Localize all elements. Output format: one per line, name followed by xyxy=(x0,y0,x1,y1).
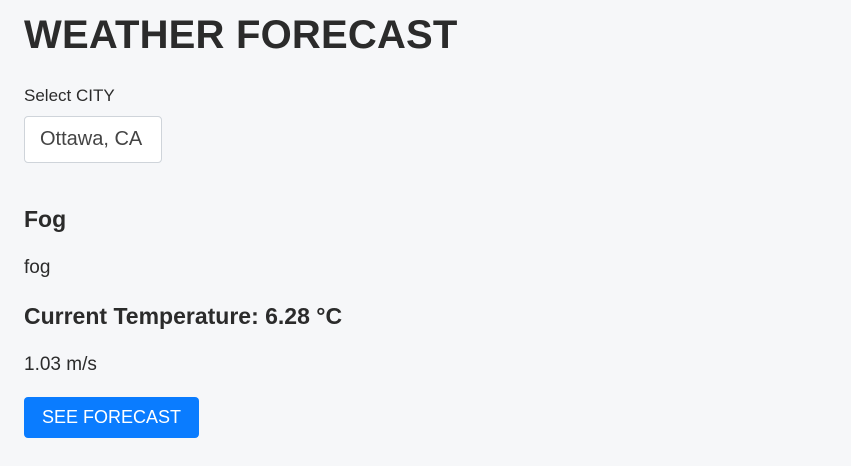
page-title: WEATHER FORECAST xyxy=(24,13,458,57)
wind-speed: 1.03 m/s xyxy=(24,354,97,375)
city-select[interactable]: Ottawa, CA xyxy=(24,116,162,163)
weather-condition-title: Fog xyxy=(24,206,67,232)
weather-page: WEATHER FORECAST Select CITY Ottawa, CA … xyxy=(0,0,851,466)
see-forecast-button[interactable]: SEE FORECAST xyxy=(24,397,199,438)
city-select-label: Select CITY xyxy=(24,86,115,105)
weather-description: fog xyxy=(24,257,51,278)
current-temperature: Current Temperature: 6.28 °C xyxy=(24,303,343,329)
